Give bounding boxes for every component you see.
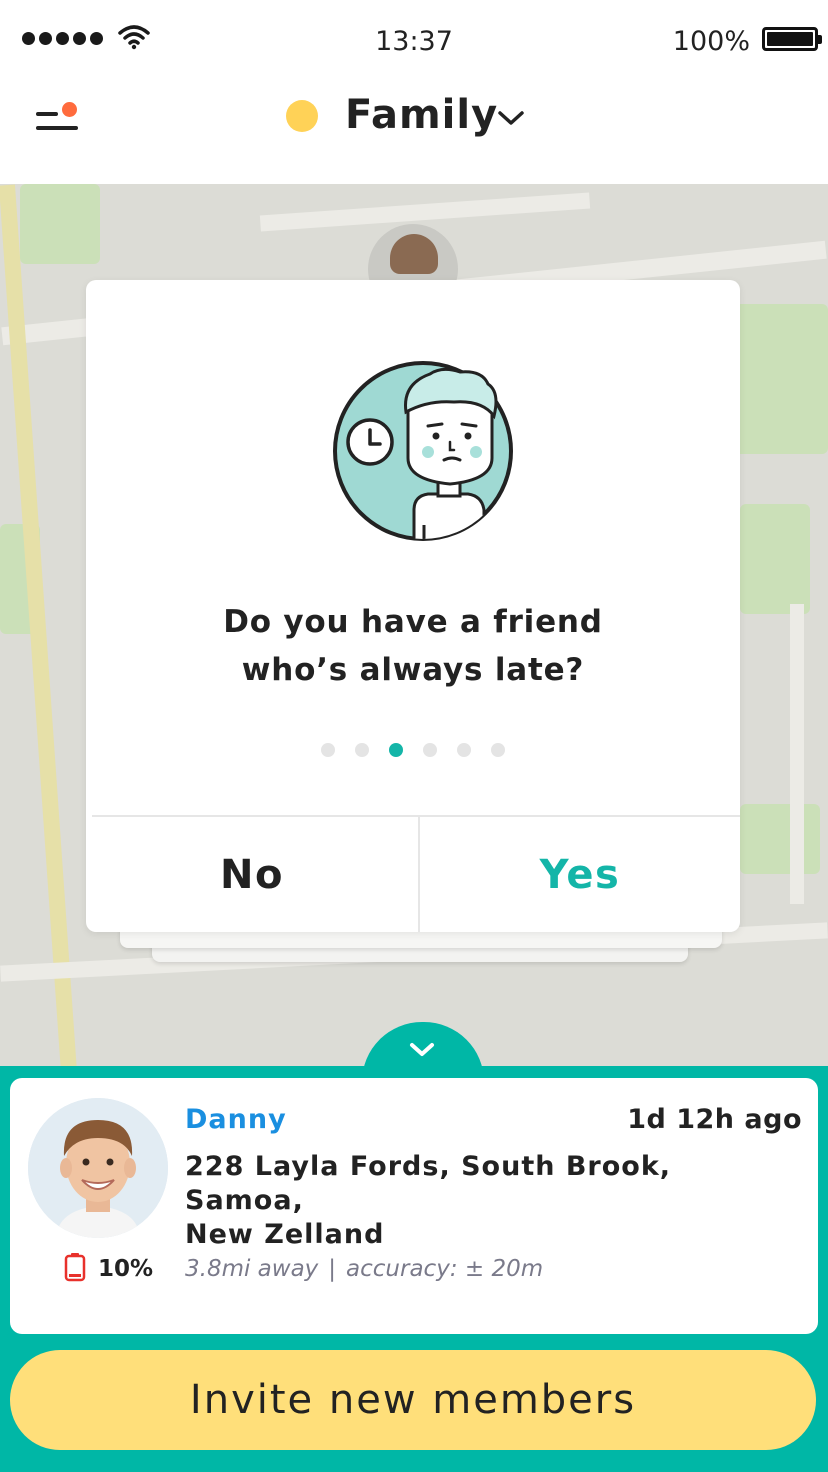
- address-line: 228 Layla Fords, South Brook, Samoa,: [185, 1151, 672, 1216]
- member-name: Danny: [185, 1104, 287, 1135]
- late-friend-illustration: [333, 361, 513, 541]
- yes-button[interactable]: Yes: [420, 817, 740, 932]
- distance: 3.8mi away: [185, 1256, 319, 1282]
- prompt-card: Do you have a friend who’s always late? …: [86, 280, 740, 932]
- menu-icon[interactable]: [36, 102, 84, 138]
- prompt-question-line: Do you have a friend: [223, 604, 603, 640]
- member-battery: 10%: [98, 1256, 154, 1282]
- location-meta: 3.8mi away | accuracy: ± 20m: [185, 1256, 543, 1282]
- chevron-down-icon[interactable]: [407, 1039, 437, 1061]
- member-address: 228 Layla Fords, South Brook, Samoa, New…: [185, 1150, 795, 1252]
- avatar: [28, 1098, 168, 1238]
- chevron-down-icon[interactable]: [496, 106, 526, 130]
- page-indicator: [86, 743, 740, 757]
- group-selector-title[interactable]: Family: [345, 92, 498, 138]
- page-dot: [491, 743, 505, 757]
- invite-members-button[interactable]: Invite new members: [10, 1350, 816, 1450]
- address-line: New Zelland: [185, 1219, 385, 1250]
- meta-separator: |: [328, 1256, 337, 1282]
- group-color-dot: [286, 100, 318, 132]
- page-dot-active: [389, 743, 403, 757]
- last-seen-time: 1d 12h ago: [627, 1104, 802, 1135]
- page-dot: [355, 743, 369, 757]
- member-card[interactable]: 10% Danny 1d 12h ago 228 Layla Fords, So…: [10, 1078, 818, 1334]
- prompt-question-line: who’s always late?: [241, 652, 585, 688]
- no-button[interactable]: No: [86, 817, 418, 932]
- page-dot: [321, 743, 335, 757]
- page-dot: [457, 743, 471, 757]
- app-header: Family: [0, 80, 828, 184]
- page-dot: [423, 743, 437, 757]
- accuracy: accuracy: ± 20m: [346, 1256, 544, 1282]
- battery-icon: [762, 27, 822, 51]
- status-bar: 13:37 100%: [0, 0, 828, 80]
- prompt-question: Do you have a friend who’s always late?: [86, 598, 740, 694]
- battery-low-icon: [64, 1253, 86, 1282]
- notification-dot: [62, 102, 77, 117]
- battery-percent: 100%: [672, 26, 750, 57]
